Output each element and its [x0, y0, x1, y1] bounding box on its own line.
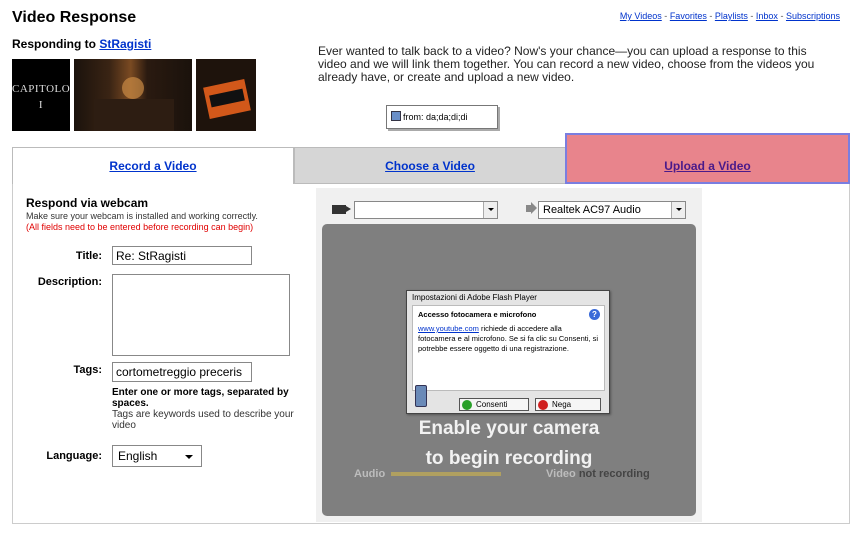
- nav-separator: -: [664, 11, 668, 21]
- title-label: Title:: [75, 250, 102, 262]
- tab-upload-video[interactable]: Upload a Video: [565, 133, 850, 184]
- search-icon: [391, 111, 401, 121]
- nav-my-videos[interactable]: My Videos: [620, 11, 662, 21]
- deny-icon: [538, 400, 548, 410]
- webcam-note: Make sure your webcam is installed and w…: [26, 211, 308, 233]
- deny-button[interactable]: Nega: [535, 398, 601, 411]
- speaker-icon: [526, 205, 532, 212]
- flash-site-link[interactable]: www.youtube.com: [418, 324, 479, 333]
- camera-icon: [332, 205, 351, 214]
- camera-select[interactable]: [354, 201, 498, 219]
- video-thumbnail-1[interactable]: CAPITOLO I: [12, 59, 70, 131]
- language-select[interactable]: English: [112, 445, 202, 467]
- nav-separator: -: [780, 11, 784, 21]
- thumbnail-caption: CAPITOLO I: [12, 83, 70, 111]
- responding-to-text: Responding to: [12, 37, 96, 51]
- flash-dialog-title: Impostazioni di Adobe Flash Player: [412, 293, 537, 302]
- tab-record-video[interactable]: Record a Video: [12, 147, 294, 184]
- top-nav-links: My Videos - Favorites - Playlists - Inbo…: [620, 11, 840, 21]
- intro-text: Ever wanted to talk back to a video? Now…: [318, 44, 815, 84]
- response-tabs: Record a Video Choose a Video Upload a V…: [12, 133, 850, 184]
- chevron-down-icon: [483, 202, 497, 218]
- audio-level-bar: [391, 472, 502, 477]
- audio-select[interactable]: Realtek AC97 Audio: [538, 201, 686, 219]
- nav-inbox[interactable]: Inbox: [756, 11, 778, 21]
- webcam-section-title: Respond via webcam: [26, 196, 149, 210]
- tags-label: Tags:: [73, 364, 102, 376]
- from-tooltip: from: da;da;di;di: [386, 105, 498, 129]
- recorder-message: Enable your camera to begin recording: [418, 418, 600, 469]
- title-input[interactable]: [112, 246, 252, 265]
- required-fields-warning: (All fields need to be entered before re…: [26, 222, 254, 232]
- video-thumbnail-2[interactable]: [74, 59, 192, 131]
- webcam-icon: [415, 385, 427, 407]
- check-icon: [462, 400, 472, 410]
- recorder-status: Audio Video not recording: [354, 468, 650, 480]
- flash-dialog-body: Accesso fotocamera e microfono ? www.you…: [412, 305, 605, 391]
- nav-separator: -: [709, 11, 713, 21]
- help-icon[interactable]: ?: [589, 309, 600, 320]
- description-input[interactable]: [112, 274, 290, 356]
- nav-subscriptions[interactable]: Subscriptions: [786, 11, 840, 21]
- nav-playlists[interactable]: Playlists: [715, 11, 748, 21]
- language-label: Language:: [46, 450, 102, 462]
- allow-button[interactable]: Consenti: [459, 398, 529, 411]
- chevron-down-icon: [671, 202, 685, 218]
- tab-choose-video[interactable]: Choose a Video: [294, 147, 566, 184]
- flash-permission-dialog: Impostazioni di Adobe Flash Player Acces…: [406, 290, 610, 414]
- tags-help: Enter one or more tags, separated by spa…: [112, 387, 294, 431]
- nav-favorites[interactable]: Favorites: [670, 11, 707, 21]
- video-thumbnail-3[interactable]: [196, 59, 256, 131]
- page-title: Video Response: [12, 9, 137, 26]
- description-label: Description:: [37, 276, 102, 288]
- responding-to-label: Responding to StRagisti: [12, 37, 151, 51]
- responding-user-link[interactable]: StRagisti: [99, 37, 151, 51]
- nav-separator: -: [750, 11, 754, 21]
- tags-input[interactable]: [112, 362, 252, 382]
- chevron-down-icon: [185, 455, 193, 459]
